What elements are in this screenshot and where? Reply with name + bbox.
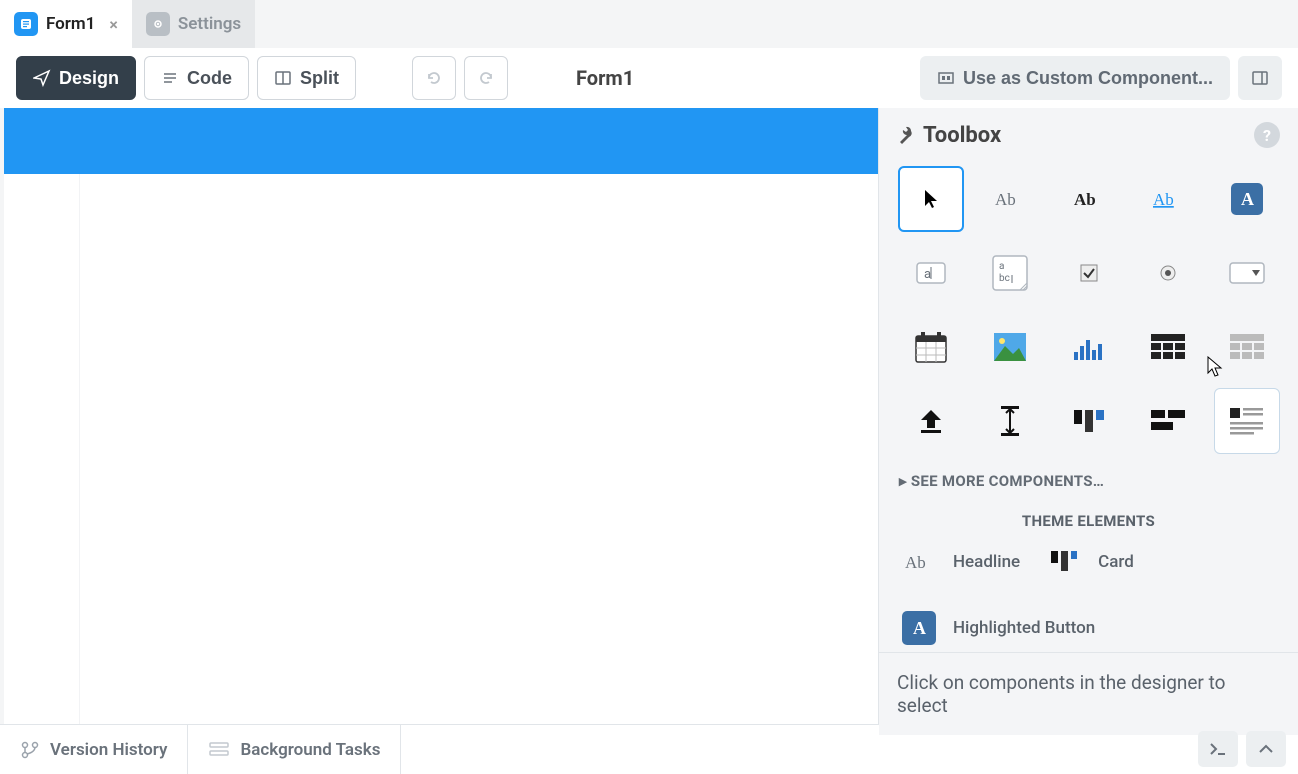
svg-text:bc: bc <box>999 273 1010 284</box>
property-hint: Click on components in the designer to s… <box>879 652 1298 735</box>
tool-datepicker[interactable] <box>898 314 964 380</box>
svg-text:Ab: Ab <box>905 553 926 572</box>
collapse-button[interactable] <box>1246 731 1286 767</box>
toolbox-grid: Ab Ab Ab A a abc <box>879 158 1298 462</box>
toolbox-panel: Toolbox ? Ab Ab Ab A a <box>878 108 1298 724</box>
button-label: Design <box>59 68 119 89</box>
headline-icon: Ab <box>899 542 939 582</box>
custom-component-button[interactable]: Use as Custom Component... <box>920 56 1230 100</box>
lines-icon <box>161 69 179 87</box>
button-label: Split <box>300 68 339 89</box>
svg-text:a: a <box>999 261 1004 272</box>
tool-dropdown[interactable] <box>1214 240 1280 306</box>
theme-label: Card <box>1098 552 1134 572</box>
layout-panel-button[interactable] <box>1238 56 1282 100</box>
branch-icon <box>20 740 40 760</box>
tool-link[interactable]: Ab <box>1135 166 1201 232</box>
theme-highlighted-button[interactable]: A Highlighted Button <box>899 608 1095 648</box>
split-button[interactable]: Split <box>257 56 356 100</box>
split-icon <box>274 69 292 87</box>
tool-pointer[interactable] <box>898 166 964 232</box>
page-title: Form1 <box>576 66 634 90</box>
canvas[interactable] <box>4 108 878 724</box>
svg-text:A: A <box>1241 189 1254 209</box>
version-history-button[interactable]: Version History <box>0 725 188 774</box>
tool-radio[interactable] <box>1135 240 1201 306</box>
canvas-titlebar[interactable] <box>4 108 878 174</box>
tool-data-grid[interactable] <box>1135 314 1201 380</box>
tool-label[interactable]: Ab <box>977 166 1043 232</box>
tool-image[interactable] <box>977 314 1043 380</box>
see-more-link[interactable]: SEE MORE COMPONENTS… <box>879 462 1298 500</box>
tool-label-bold[interactable]: Ab <box>1056 166 1122 232</box>
code-button[interactable]: Code <box>144 56 249 100</box>
help-icon[interactable]: ? <box>1254 122 1280 148</box>
undo-icon <box>425 69 443 87</box>
tool-chart[interactable] <box>1056 314 1122 380</box>
svg-text:Ab: Ab <box>995 190 1016 209</box>
highlighted-button-icon: A <box>899 608 939 648</box>
close-icon[interactable]: × <box>109 15 118 34</box>
svg-text:Ab: Ab <box>1074 190 1096 209</box>
tabs-bar: Form1 × Settings <box>0 0 1298 48</box>
tool-spacer[interactable] <box>977 388 1043 454</box>
toolbar: Design Code Split Form1 Use as Custom Co… <box>0 48 1298 108</box>
background-tasks-button[interactable]: Background Tasks <box>188 725 401 774</box>
tool-repeating-panel[interactable] <box>1214 314 1280 380</box>
button-label: Use as Custom Component... <box>963 68 1213 89</box>
console-icon <box>1208 741 1228 757</box>
tab-settings[interactable]: Settings <box>132 0 255 48</box>
tool-column-panel[interactable] <box>1056 388 1122 454</box>
canvas-body[interactable] <box>4 174 878 724</box>
tool-textbox[interactable]: a <box>898 240 964 306</box>
panel-right-icon <box>1251 69 1269 87</box>
svg-text:Ab: Ab <box>1153 190 1174 209</box>
paper-plane-icon <box>33 69 51 87</box>
card-icon <box>1044 542 1084 582</box>
tool-button[interactable]: A <box>1214 166 1280 232</box>
canvas-gutter <box>4 174 80 724</box>
toolbox-title: Toolbox <box>923 123 1001 148</box>
button-label: Code <box>187 68 232 89</box>
design-button[interactable]: Design <box>16 56 136 100</box>
canvas-main[interactable] <box>80 174 878 724</box>
gear-icon <box>146 12 170 36</box>
chevron-up-icon <box>1258 743 1274 755</box>
theme-card[interactable]: Card <box>1044 542 1134 582</box>
main-area: Toolbox ? Ab Ab Ab A a <box>0 108 1298 724</box>
tool-textarea[interactable]: abc <box>977 240 1043 306</box>
svg-text:a: a <box>924 267 931 282</box>
console-button[interactable] <box>1198 731 1238 767</box>
theme-label: Headline <box>953 552 1020 572</box>
toolbox-header: Toolbox ? <box>879 108 1298 158</box>
tab-form1[interactable]: Form1 × <box>0 0 132 48</box>
redo-icon <box>477 69 495 87</box>
tool-rich-text[interactable] <box>1214 388 1280 454</box>
wrench-icon <box>897 125 917 145</box>
theme-section-title: THEME ELEMENTS <box>879 504 1298 538</box>
redo-button[interactable] <box>464 56 508 100</box>
tasks-icon <box>208 740 230 760</box>
form-icon <box>14 12 38 36</box>
tab-label: Settings <box>178 14 241 34</box>
status-label: Version History <box>50 740 167 760</box>
tool-flow-panel[interactable] <box>1135 388 1201 454</box>
tool-file-loader[interactable] <box>898 388 964 454</box>
status-label: Background Tasks <box>240 740 380 760</box>
tool-checkbox[interactable] <box>1056 240 1122 306</box>
theme-headline[interactable]: Ab Headline <box>899 542 1020 582</box>
tab-label: Form1 <box>46 14 95 34</box>
component-icon <box>937 69 955 87</box>
undo-button[interactable] <box>412 56 456 100</box>
svg-text:A: A <box>913 618 926 638</box>
theme-label: Highlighted Button <box>953 618 1095 638</box>
